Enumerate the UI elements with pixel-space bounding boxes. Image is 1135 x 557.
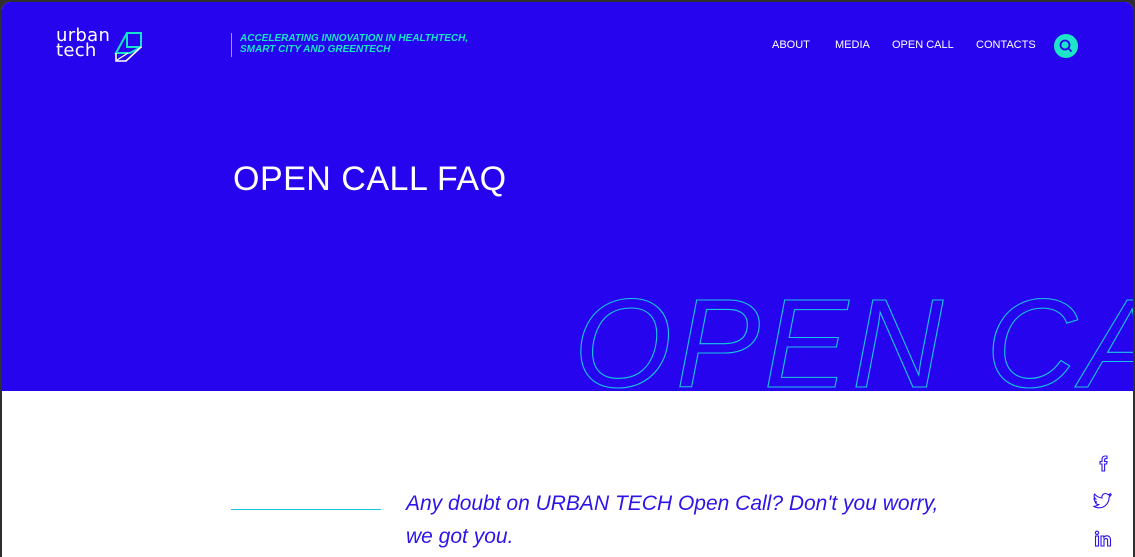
twitter-icon <box>1093 492 1113 509</box>
hero-section: OPEN CALL urban tech ACCELERATING INNOVA… <box>2 2 1133 391</box>
site-tagline: ACCELERATING INNOVATION IN HEALTHTECH, S… <box>231 33 510 57</box>
logo-mark-icon <box>114 32 142 62</box>
nav-item-media[interactable]: MEDIA <box>835 39 870 51</box>
facebook-icon <box>1099 455 1108 472</box>
nav-item-open-call[interactable]: OPEN CALL <box>892 39 954 51</box>
nav-item-about[interactable]: ABOUT <box>772 39 810 51</box>
twitter-share-button[interactable] <box>1092 489 1114 511</box>
intro-line-2: we got you. <box>406 525 514 548</box>
linkedin-icon <box>1094 530 1112 547</box>
intro-text: Any doubt on URBAN TECH Open Call? Don't… <box>406 487 1006 553</box>
page-title: OPEN CALL FAQ <box>233 160 507 198</box>
hero-outline-label: OPEN CALL <box>574 273 1133 391</box>
hero-outline-text: OPEN CALL <box>573 272 1133 391</box>
facebook-share-button[interactable] <box>1092 452 1114 474</box>
search-button[interactable] <box>1054 34 1078 58</box>
linkedin-share-button[interactable] <box>1092 528 1114 550</box>
nav-item-contacts[interactable]: CONTACTS <box>976 39 1036 51</box>
intro-divider <box>231 509 381 510</box>
browser-viewport: OPEN CALL urban tech ACCELERATING INNOVA… <box>2 2 1133 557</box>
urban-tech-logo[interactable]: urban tech <box>56 27 142 62</box>
tagline-line-1: ACCELERATING INNOVATION IN HEALTHTECH, <box>240 33 469 44</box>
search-icon <box>1059 39 1073 53</box>
intro-line-1: Any doubt on URBAN TECH Open Call? Don't… <box>406 492 939 515</box>
tagline-line-2: SMART CITY AND GREENTECH <box>240 44 391 55</box>
